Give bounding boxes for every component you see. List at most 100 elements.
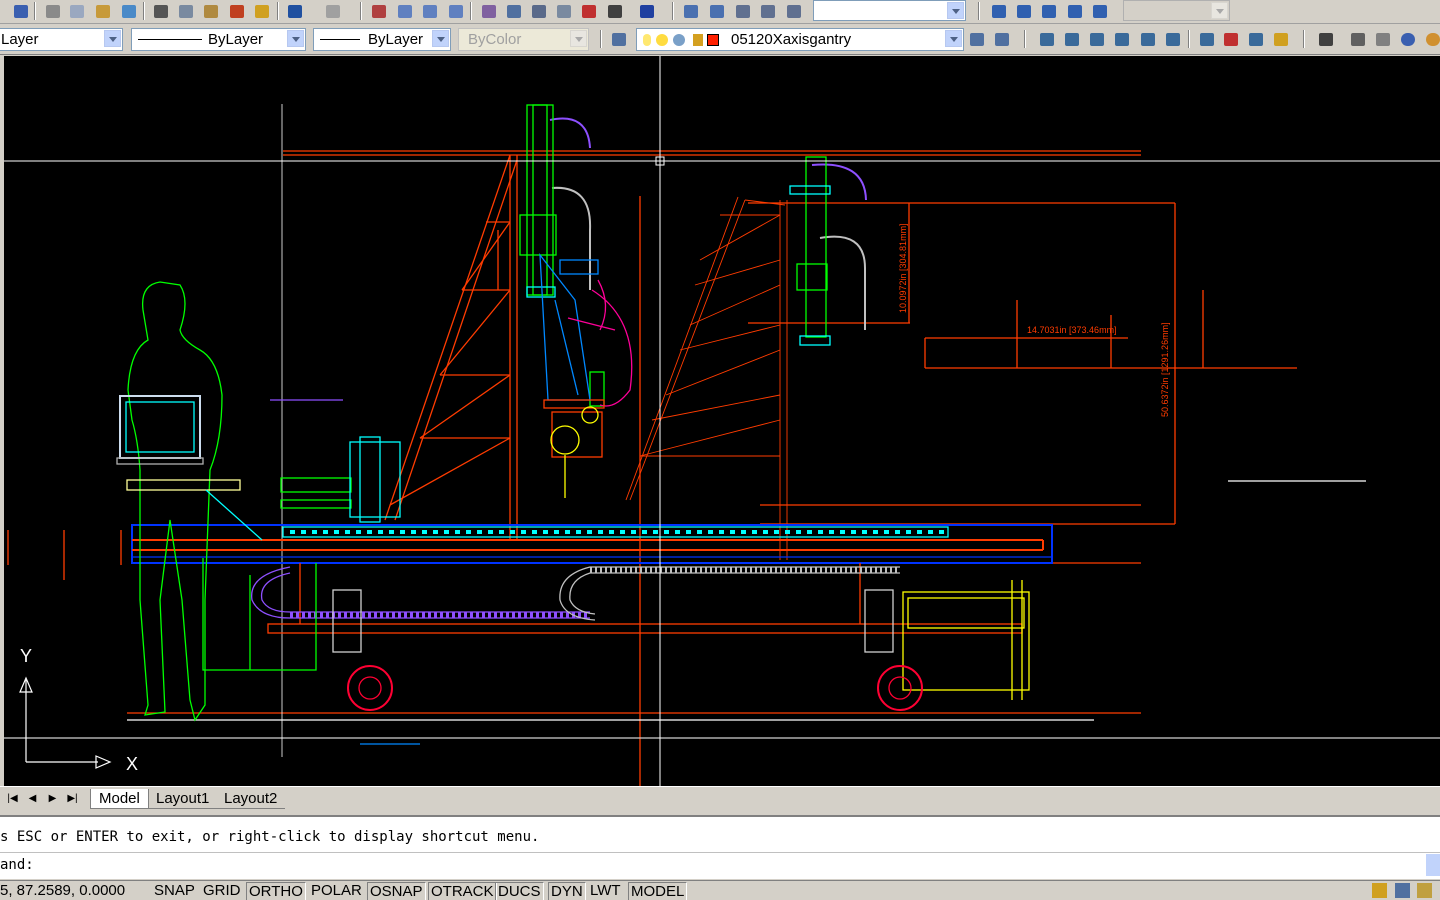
model-toggle[interactable]: MODEL: [628, 882, 688, 900]
publish-icon[interactable]: [92, 1, 113, 21]
3d-wireframe-icon[interactable]: [1372, 29, 1393, 49]
tab-model[interactable]: Model: [90, 789, 149, 809]
gantry-drawing[interactable]: 10.0972in [304.81mm] 14.7031in [373.46mm…: [4, 56, 1440, 786]
next-tab-icon[interactable]: ▶: [44, 791, 61, 807]
comm-center-icon[interactable]: [1372, 883, 1387, 898]
walk-icon[interactable]: [783, 1, 804, 21]
layer-merge-icon[interactable]: [1245, 29, 1266, 49]
render-icon[interactable]: [1397, 29, 1418, 49]
linetype-control-dropdown[interactable]: ByLayer: [313, 28, 451, 51]
gantry-frame-front: [384, 154, 518, 540]
command-scrollbar[interactable]: [1426, 854, 1440, 876]
chevron-down-icon[interactable]: [945, 30, 962, 47]
design-center-icon[interactable]: [503, 1, 524, 21]
3d-box-icon[interactable]: [1347, 29, 1368, 49]
polar-toggle[interactable]: POLAR: [309, 882, 364, 900]
block-editor-icon[interactable]: [251, 1, 272, 21]
markup-icon[interactable]: [578, 1, 599, 21]
orbit-icon[interactable]: [732, 1, 753, 21]
osnap-toggle[interactable]: OSNAP: [367, 882, 426, 900]
coordinate-readout[interactable]: 5, 87.2589, 0.0000: [0, 882, 125, 899]
pan-icon[interactable]: [368, 1, 389, 21]
command-window[interactable]: s ESC or ENTER to exit, or right-click t…: [0, 815, 1440, 879]
save-icon[interactable]: [10, 1, 31, 21]
3d-dwf-icon[interactable]: [118, 1, 139, 21]
layer-unlock-icon[interactable]: [1162, 29, 1183, 49]
first-tab-icon[interactable]: |◀: [4, 791, 21, 807]
camera-icon[interactable]: [757, 1, 778, 21]
toolbar-lock-icon[interactable]: [1395, 883, 1410, 898]
tab-layout2[interactable]: Layout2: [216, 789, 286, 809]
snap-toggle[interactable]: SNAP: [152, 882, 197, 900]
undo-icon[interactable]: [284, 1, 305, 21]
pan-realtime-icon[interactable]: [680, 1, 701, 21]
layer-off-icon[interactable]: [1086, 29, 1107, 49]
named-views-dropdown[interactable]: [813, 0, 966, 21]
layer-lock-icon[interactable]: [1137, 29, 1158, 49]
convert-viewport-icon[interactable]: [1064, 1, 1085, 21]
current-layer-dropdown[interactable]: 05120Xaxisgantry: [636, 28, 964, 51]
text-style-icon[interactable]: [1315, 29, 1336, 49]
layer-freeze-icon[interactable]: [1111, 29, 1132, 49]
redo-icon[interactable]: [322, 1, 343, 21]
materials-icon[interactable]: [1422, 29, 1440, 49]
model-space-canvas[interactable]: 10.0972in [304.81mm] 14.7031in [373.46mm…: [0, 56, 1440, 786]
grid-toggle[interactable]: GRID: [201, 882, 243, 900]
chevron-down-icon[interactable]: [432, 30, 449, 47]
lock-icon[interactable]: [1417, 883, 1432, 898]
copy-icon[interactable]: [175, 1, 196, 21]
lwt-toggle[interactable]: LWT: [588, 882, 623, 900]
viewport-freeze-icon[interactable]: [673, 34, 685, 46]
sheet-set-icon[interactable]: [553, 1, 574, 21]
ducs-toggle[interactable]: DUCS: [495, 882, 544, 900]
single-viewport-icon[interactable]: [988, 1, 1009, 21]
plot-icon[interactable]: [42, 1, 63, 21]
last-tab-icon[interactable]: ▶|: [64, 791, 81, 807]
otrack-toggle[interactable]: OTRACK: [428, 882, 497, 900]
layer-walk-icon[interactable]: [1196, 29, 1217, 49]
properties-icon[interactable]: [478, 1, 499, 21]
previous-tab-icon[interactable]: ◀: [24, 791, 41, 807]
zoom-extents-icon[interactable]: [706, 1, 727, 21]
clip-viewport-icon[interactable]: [1089, 1, 1110, 21]
tool-palettes-icon[interactable]: [528, 1, 549, 21]
layer-delete-icon[interactable]: [1220, 29, 1241, 49]
polygonal-viewport-icon[interactable]: [1038, 1, 1059, 21]
tab-layout1[interactable]: Layout1: [148, 789, 218, 809]
chevron-down-icon[interactable]: [104, 30, 121, 47]
lock-icon[interactable]: [693, 34, 703, 46]
layer-previous-icon[interactable]: [991, 29, 1012, 49]
dyn-toggle[interactable]: DYN: [548, 882, 586, 900]
display-viewports-icon[interactable]: [1013, 1, 1034, 21]
zoom-previous-icon[interactable]: [445, 1, 466, 21]
layer-isolate-icon[interactable]: [1036, 29, 1057, 49]
chevron-down-icon[interactable]: [287, 30, 304, 47]
command-prompt-input[interactable]: and:: [0, 857, 34, 873]
match-properties-icon[interactable]: [226, 1, 247, 21]
calculator-icon[interactable]: [604, 1, 625, 21]
chevron-down-icon[interactable]: [1211, 2, 1228, 19]
lightbulb-icon[interactable]: [643, 34, 651, 46]
sun-icon[interactable]: [656, 34, 668, 46]
toolbar-separator: [34, 2, 36, 20]
toolbar-separator: [1188, 30, 1190, 48]
lineweight-control-dropdown[interactable]: ByColor: [458, 28, 589, 51]
color-control-dropdown[interactable]: ByLayer: [131, 28, 306, 51]
cable-carrier-lower: [251, 566, 590, 619]
chevron-down-icon[interactable]: [570, 30, 587, 47]
layer-match-icon[interactable]: [1270, 29, 1291, 49]
viewport-scale-dropdown[interactable]: [1123, 0, 1230, 21]
cut-icon[interactable]: [150, 1, 171, 21]
zoom-realtime-icon[interactable]: [394, 1, 415, 21]
zoom-window-icon[interactable]: [419, 1, 440, 21]
layer-properties-icon[interactable]: [608, 29, 629, 49]
paste-icon[interactable]: [200, 1, 221, 21]
plot-preview-icon[interactable]: [66, 1, 87, 21]
layer-control-dropdown[interactable]: Layer: [0, 28, 123, 51]
make-object-layer-current-icon[interactable]: [966, 29, 987, 49]
chevron-down-icon[interactable]: [947, 2, 964, 19]
dimension-label-vertical-2: 50.6372in [1291.26mm]: [1160, 322, 1170, 417]
ortho-toggle[interactable]: ORTHO: [246, 882, 306, 900]
layer-unisolate-icon[interactable]: [1061, 29, 1082, 49]
help-icon[interactable]: [636, 1, 657, 21]
